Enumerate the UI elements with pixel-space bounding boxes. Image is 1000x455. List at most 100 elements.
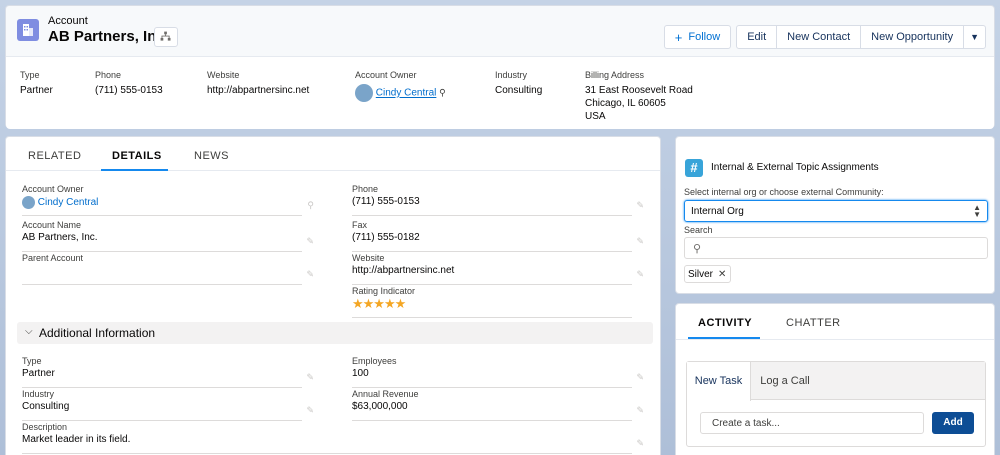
- edit-button[interactable]: Edit: [736, 25, 778, 49]
- tab-activity[interactable]: ACTIVITY: [698, 317, 752, 329]
- record-tabs: RELATED DETAILS NEWS: [6, 137, 660, 171]
- new-opportunity-button[interactable]: New Opportunity: [860, 25, 965, 49]
- field-label: Parent Account: [22, 253, 84, 263]
- field-account-name: Account Name AB Partners, Inc. ✎: [22, 220, 314, 252]
- topic-search-input[interactable]: ⚲: [684, 237, 988, 259]
- highlight-owner: Account Owner Cindy Central ⚲: [355, 70, 446, 102]
- select-label: Select internal org or choose external C…: [684, 187, 884, 197]
- field-label: Website: [352, 253, 385, 263]
- field-value: AB Partners, Inc.: [22, 232, 98, 243]
- field-value: Partner: [20, 85, 53, 96]
- new-contact-button[interactable]: New Contact: [776, 25, 862, 49]
- field-label: Employees: [352, 356, 397, 366]
- edit-pencil-icon[interactable]: ✎: [636, 372, 644, 383]
- change-owner-icon[interactable]: ⚲: [307, 200, 314, 211]
- edit-pencil-icon[interactable]: ✎: [306, 372, 314, 383]
- field-website: Website http://abpartnersinc.net ✎: [352, 253, 644, 285]
- follow-button[interactable]: + Follow: [663, 25, 732, 49]
- field-label: Billing Address: [585, 70, 645, 80]
- field-label: Annual Revenue: [352, 389, 419, 399]
- object-type: Account: [48, 15, 88, 27]
- address-line: 31 East Roosevelt Road: [585, 85, 693, 96]
- field-parent-account: Parent Account ✎: [22, 253, 314, 285]
- more-actions-button[interactable]: ▼: [963, 25, 986, 49]
- edit-pencil-icon[interactable]: ✎: [306, 236, 314, 247]
- field-value: (711) 555-0153: [352, 196, 420, 207]
- tab-details[interactable]: DETAILS: [112, 150, 162, 162]
- website-link[interactable]: http://abpartnersinc.net: [207, 84, 309, 97]
- address-line: Chicago, IL 60605: [585, 98, 666, 109]
- field-label: Type: [20, 70, 40, 80]
- hierarchy-button[interactable]: [154, 27, 178, 47]
- field-value: Market leader in its field.: [22, 434, 131, 445]
- field-value: (711) 555-0153: [95, 85, 163, 96]
- select-arrows-icon: ▲ ▼: [973, 203, 981, 219]
- field-account-owner: Account Owner Cindy Central ⚲: [22, 184, 314, 216]
- edit-pencil-icon[interactable]: ✎: [636, 269, 644, 280]
- edit-pencil-icon[interactable]: ✎: [636, 438, 644, 449]
- composer-tabs: New Task Log a Call: [687, 362, 985, 401]
- field-value: Consulting: [495, 85, 543, 96]
- field-label: Industry: [495, 70, 528, 80]
- select-value: Internal Org: [691, 206, 744, 217]
- search-label: Search: [684, 225, 713, 235]
- field-label: Account Owner: [22, 184, 84, 194]
- owner-link[interactable]: Cindy Central: [376, 88, 437, 99]
- tab-divider: [676, 339, 994, 340]
- create-task-input[interactable]: Create a task...: [700, 412, 924, 434]
- field-label: Description: [22, 422, 68, 432]
- field-value: $63,000,000: [352, 401, 408, 412]
- edit-pencil-icon[interactable]: ✎: [636, 200, 644, 211]
- highlights-panel: Type Partner Phone (711) 555-0153 Websit…: [6, 56, 994, 129]
- follow-label: Follow: [688, 31, 721, 43]
- close-icon[interactable]: ✕: [718, 269, 726, 280]
- field-phone: Phone (711) 555-0153 ✎: [352, 184, 644, 216]
- topic-hash-icon: #: [685, 159, 703, 177]
- tab-new-task[interactable]: New Task: [687, 362, 751, 401]
- add-task-button[interactable]: Add: [932, 412, 974, 434]
- header-top: Account AB Partners, Inc. + Follow Edit N…: [6, 6, 994, 56]
- highlight-billing-address: Billing Address 31 East Roosevelt Road C…: [585, 70, 693, 123]
- tab-news[interactable]: NEWS: [194, 150, 229, 162]
- active-tab-indicator: [101, 169, 168, 171]
- field-value: (711) 555-0182: [352, 232, 420, 243]
- topic-pill: Silver ✕: [684, 265, 732, 283]
- pill-label: Silver: [688, 269, 714, 280]
- address-line: USA: [585, 111, 606, 122]
- field-annual-revenue: Annual Revenue $63,000,000 ✎: [352, 389, 644, 421]
- edit-pencil-icon[interactable]: ✎: [306, 405, 314, 416]
- edit-pencil-icon[interactable]: ✎: [636, 405, 644, 416]
- tab-chatter[interactable]: CHATTER: [786, 317, 841, 329]
- details-card: RELATED DETAILS NEWS Account Owner Cindy…: [5, 136, 661, 455]
- chevron-down-icon: ▼: [970, 32, 979, 42]
- owner-link[interactable]: Cindy Central: [38, 197, 99, 208]
- avatar: [22, 196, 35, 209]
- header-actions: + Follow Edit New Contact New Opportunity…: [663, 25, 986, 49]
- edit-pencil-icon[interactable]: ✎: [636, 236, 644, 247]
- field-label: Fax: [352, 220, 368, 230]
- section-additional-information[interactable]: ⌵ Additional Information: [17, 322, 653, 344]
- website-link[interactable]: http://abpartnersinc.net: [352, 265, 632, 276]
- highlight-industry: Industry Consulting: [495, 70, 542, 97]
- activity-composer: New Task Log a Call Create a task... Add: [686, 361, 986, 447]
- field-value: Consulting: [22, 401, 70, 412]
- change-owner-icon[interactable]: ⚲: [439, 88, 446, 98]
- chevron-down-icon: ⌵: [25, 326, 33, 337]
- community-select[interactable]: Internal Org ▲ ▼: [684, 200, 988, 222]
- record-header: Account AB Partners, Inc. + Follow Edit N…: [5, 5, 995, 129]
- field-rating-indicator: Rating Indicator ★★★★★: [352, 286, 632, 318]
- edit-pencil-icon[interactable]: ✎: [306, 269, 314, 280]
- field-label: Account Name: [22, 220, 82, 230]
- field-value: Cindy Central: [22, 196, 302, 209]
- tab-related[interactable]: RELATED: [28, 150, 81, 162]
- hierarchy-icon: [160, 31, 171, 41]
- topics-title: Internal & External Topic Assignments: [711, 162, 879, 173]
- section-title: Additional Information: [39, 326, 156, 340]
- field-type: Type Partner ✎: [22, 356, 314, 388]
- tab-log-a-call[interactable]: Log a Call: [751, 362, 819, 400]
- record-name: AB Partners, Inc.: [48, 28, 169, 45]
- field-label: Phone: [95, 70, 122, 80]
- field-label: Website: [207, 70, 240, 80]
- field-label: Phone: [352, 184, 379, 194]
- field-label: Account Owner: [355, 70, 417, 80]
